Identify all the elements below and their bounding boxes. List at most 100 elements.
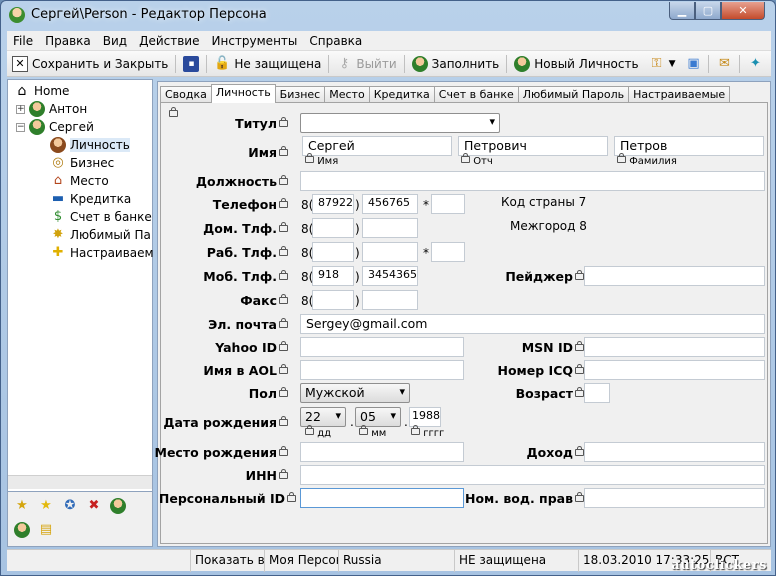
mobile-number-input[interactable]: 3454365 [362, 266, 418, 286]
work-phone-ext-input[interactable] [431, 242, 465, 262]
aol-input[interactable] [300, 360, 464, 380]
license-label: Ном. вод. прав [465, 491, 584, 506]
msn-input[interactable] [584, 337, 765, 357]
tree-item-home[interactable]: ⌂ Home [14, 83, 70, 99]
close-button[interactable]: ✕ [721, 2, 765, 20]
delete-icon[interactable]: ✖ [86, 498, 102, 514]
icq-input[interactable] [584, 360, 765, 380]
tab-place[interactable]: Место [324, 86, 370, 103]
star-icon[interactable]: ★ [38, 498, 54, 514]
last-name-input[interactable]: Петров [614, 136, 764, 156]
new-person-icon [514, 55, 531, 72]
title-select[interactable] [300, 113, 500, 133]
tab-identity[interactable]: Личность [210, 84, 276, 103]
tree-horizontal-scrollbar[interactable] [8, 475, 152, 489]
pager-input[interactable] [584, 266, 765, 286]
title-bar[interactable]: Сергей\Person - Редактор Персона ▁ ▢ ✕ [1, 1, 775, 31]
middle-name-input[interactable]: Петрович [458, 136, 608, 156]
new-person-button[interactable]: Новый Личность [509, 53, 643, 75]
status-bar: Показать вс Моя Персон Russia НЕ защищен… [7, 549, 771, 572]
close-doc-icon: ✕ [12, 55, 28, 72]
tree-item-credit-card[interactable]: ▬ Кредитка [50, 191, 131, 207]
income-input[interactable] [584, 442, 765, 462]
license-input[interactable] [584, 488, 765, 508]
add-note-button[interactable]: ▣ [680, 53, 706, 75]
tab-business[interactable]: Бизнес [274, 86, 326, 103]
work-phone-area-input[interactable] [312, 242, 354, 262]
fill-button[interactable]: Заполнить [407, 53, 505, 75]
dob-month-caption: мм [357, 425, 386, 439]
phone-number-input[interactable]: 456765 [362, 194, 418, 214]
work-ext-mark: * [423, 246, 429, 260]
tree-item-place[interactable]: ⌂ Место [50, 173, 109, 189]
pin-button[interactable]: ✦ [742, 53, 768, 75]
maximize-button[interactable]: ▢ [695, 2, 721, 20]
fax-number-input[interactable] [362, 290, 418, 310]
menu-tools[interactable]: Инструменты [206, 34, 304, 48]
tab-custom[interactable]: Настраиваемые [628, 86, 731, 103]
home-phone-area-input[interactable] [312, 218, 354, 238]
birthplace-input[interactable] [300, 442, 464, 462]
status-protection: НЕ защищена [455, 550, 579, 572]
save-button[interactable]: ▪ [178, 53, 204, 75]
person-folder-icon[interactable] [14, 522, 30, 538]
personal-id-input[interactable] [300, 488, 464, 508]
mobile-area-input[interactable]: 918 [312, 266, 354, 286]
dob-year-input[interactable]: 1988 [409, 407, 441, 427]
collapse-icon[interactable]: − [16, 122, 25, 132]
inn-input[interactable] [300, 465, 765, 485]
expand-icon[interactable]: + [16, 104, 25, 114]
tab-summary[interactable]: Сводка [160, 86, 212, 103]
birthplace-label: Место рождения [155, 445, 288, 460]
yahoo-input[interactable] [300, 337, 464, 357]
email-input[interactable]: Sergey@gmail.com [300, 314, 765, 334]
menu-view[interactable]: Вид [97, 34, 133, 48]
age-input[interactable] [584, 383, 610, 403]
position-input[interactable] [300, 171, 765, 191]
minimize-button[interactable]: ▁ [669, 2, 695, 20]
tab-credit-card[interactable]: Кредитка [368, 86, 435, 103]
save-close-button[interactable]: ✕ Сохранить и Закрыть [7, 53, 173, 75]
phone-area-input[interactable]: 87922 [312, 194, 354, 214]
tree-item-sergey[interactable]: − Сергей [16, 119, 94, 135]
lock-icon[interactable] [169, 107, 178, 117]
chevron-down-icon: ▼ [668, 58, 676, 69]
person-icon [29, 119, 45, 135]
toolbar-separator [403, 54, 405, 73]
dob-day-select[interactable]: 22 [300, 407, 346, 427]
email-button[interactable]: ✉ [711, 53, 737, 75]
tree-item-bank-account[interactable]: $ Счет в банке [50, 209, 152, 225]
tab-bank-account[interactable]: Счет в банке [433, 86, 519, 103]
person-icon [9, 7, 25, 23]
status-empty [7, 550, 191, 572]
tree-item-identity[interactable]: Личность [50, 137, 130, 153]
tree-item-business[interactable]: ◎ Бизнес [50, 155, 114, 171]
menu-edit[interactable]: Правка [39, 34, 97, 48]
last-name-caption: Фамилия [615, 153, 677, 167]
phone-ext-input[interactable] [431, 194, 465, 214]
fax-area-input[interactable] [312, 290, 354, 310]
star-add-icon[interactable]: ★ [14, 498, 30, 514]
exit-button[interactable]: ⚷ Выйти [331, 53, 401, 75]
work-phone-number-input[interactable] [362, 242, 418, 262]
menu-action[interactable]: Действие [133, 34, 205, 48]
favorites-icon[interactable]: ✪ [62, 498, 78, 514]
menu-file[interactable]: File [7, 34, 39, 48]
first-name-input[interactable]: Сергей [302, 136, 452, 156]
keys-dropdown-button[interactable]: ⚿ ▼ [644, 53, 681, 75]
tab-strip: Сводка Личность Бизнес Место Кредитка Сч… [160, 84, 731, 103]
window-title: Сергей\Person - Редактор Персона [31, 7, 267, 22]
tree-item-anton[interactable]: + Антон [16, 101, 87, 117]
gender-select[interactable]: Мужской [300, 383, 410, 403]
tree-item-custom[interactable]: ✚ Настраиваем [50, 245, 154, 261]
home-phone-number-input[interactable] [362, 218, 418, 238]
email-label: Эл. почта [208, 317, 288, 332]
tree-item-favorite-password[interactable]: ✸ Любимый Па [50, 227, 151, 243]
protection-button[interactable]: 🔓 Не защищена [209, 53, 326, 75]
tab-favorite-password[interactable]: Любимый Пароль [517, 86, 630, 103]
fax-label: Факс [240, 293, 288, 308]
person-card-icon[interactable] [110, 498, 126, 514]
dob-month-select[interactable]: 05 [355, 407, 401, 427]
notes-icon[interactable]: ▤ [38, 522, 54, 538]
menu-help[interactable]: Справка [303, 34, 368, 48]
